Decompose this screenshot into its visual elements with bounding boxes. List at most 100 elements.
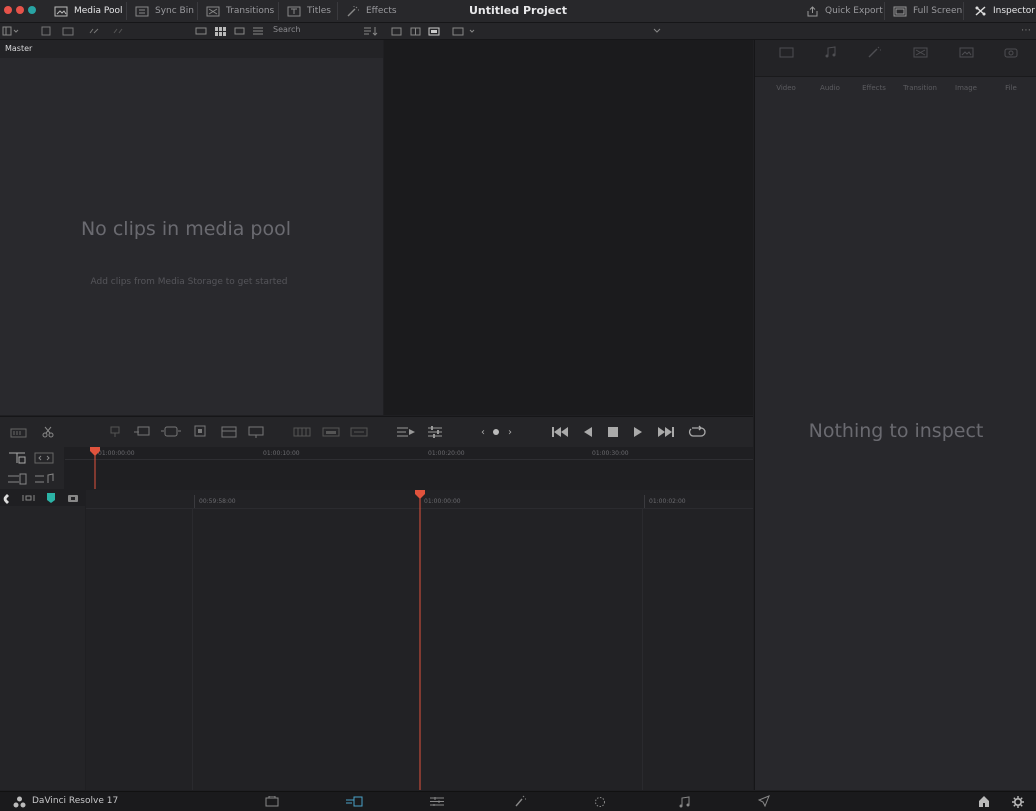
grid-view-icon[interactable]: [214, 26, 226, 36]
list-view-icon[interactable]: [252, 26, 264, 36]
media-pool-button[interactable]: Media Pool: [54, 0, 123, 22]
sync-bin-icon: [135, 6, 149, 16]
strip-view-icon[interactable]: [233, 26, 245, 36]
timeline-area[interactable]: 00:59:58:00 01:00:00:00 01:00:02:00: [86, 490, 753, 790]
link-icon[interactable]: [88, 26, 100, 36]
fusion-page-icon[interactable]: [512, 794, 528, 808]
inspector-empty-text: Nothing to inspect: [808, 420, 984, 442]
jump-to-end-icon[interactable]: [656, 425, 676, 439]
inspector-button[interactable]: Inspector: [974, 0, 1035, 22]
titles-button[interactable]: Titles: [287, 0, 331, 22]
inspector-tabs: Video Audio Effects Transition Image Fil…: [755, 40, 1036, 92]
unlink-icon[interactable]: [112, 26, 124, 36]
ruler-timecode: 01:00:02:00: [649, 498, 686, 505]
place-on-top-icon[interactable]: [220, 425, 238, 439]
stop-icon[interactable]: [606, 425, 620, 439]
new-timeline-icon[interactable]: [62, 26, 74, 36]
timeline-viewer-icon[interactable]: [428, 26, 440, 36]
quick-export-button[interactable]: Quick Export: [806, 0, 883, 22]
trim-edit-icon[interactable]: [33, 451, 55, 465]
sync-bin-label: Sync Bin: [155, 6, 194, 16]
edit-page-icon[interactable]: [428, 795, 446, 808]
dual-viewer-icon[interactable]: [409, 26, 421, 36]
snap-in-icon[interactable]: [6, 472, 28, 486]
next-marker-icon[interactable]: ›: [505, 425, 515, 439]
tab-effects[interactable]: Effects: [852, 84, 896, 92]
source-viewer-icon[interactable]: [390, 26, 402, 36]
append-icon[interactable]: [133, 425, 151, 439]
search-field[interactable]: Search: [273, 25, 300, 34]
home-icon[interactable]: [977, 795, 991, 808]
media-page-icon[interactable]: [264, 795, 280, 808]
tab-transition[interactable]: Transition: [898, 84, 942, 92]
viewer-mode-dropdown[interactable]: [452, 26, 476, 36]
cut-page-view-icon[interactable]: [292, 425, 312, 439]
loop-icon[interactable]: [687, 424, 707, 440]
audio-track-view-icon[interactable]: [321, 425, 341, 439]
upper-playhead[interactable]: [89, 447, 101, 489]
inspector-panel: Video Audio Effects Transition Image Fil…: [754, 40, 1036, 790]
scissors-icon[interactable]: [40, 425, 56, 439]
color-page-icon[interactable]: [592, 795, 608, 808]
sync-bin-button[interactable]: Sync Bin: [135, 0, 194, 22]
new-bin-icon[interactable]: [40, 26, 52, 36]
play-reverse-icon[interactable]: [581, 425, 595, 439]
timeline-options-icon[interactable]: [349, 425, 369, 439]
linked-selection-icon[interactable]: [21, 493, 35, 503]
gear-icon[interactable]: [1011, 795, 1025, 808]
ruler-major-tick: [194, 495, 195, 508]
cut-page-icon[interactable]: [344, 795, 364, 808]
fairlight-page-icon[interactable]: [676, 795, 692, 808]
full-screen-button[interactable]: Full Screen: [893, 0, 962, 22]
previous-marker-icon[interactable]: ‹: [478, 425, 488, 439]
bin-label-master[interactable]: Master: [5, 44, 32, 53]
effects-label: Effects: [366, 6, 397, 16]
effects-button[interactable]: Effects: [346, 0, 397, 22]
transitions-button[interactable]: Transitions: [206, 0, 274, 22]
more-options-icon[interactable]: ⋯: [1018, 25, 1034, 36]
empty-media-pool-hint: Add clips from Media Storage to get star…: [90, 277, 288, 287]
minimize-window-icon[interactable]: [16, 6, 24, 14]
play-to-timeline-icon[interactable]: [396, 425, 416, 439]
quick-export-label: Quick Export: [825, 6, 883, 16]
zoom-window-icon[interactable]: [28, 6, 36, 14]
smart-insert-icon[interactable]: [107, 425, 123, 439]
thumbnail-view-icon[interactable]: [195, 26, 207, 36]
tab-image[interactable]: Image: [944, 84, 988, 92]
close-window-icon[interactable]: [4, 6, 12, 14]
close-up-icon[interactable]: [190, 423, 210, 439]
viewer-panel: [384, 40, 753, 415]
deliver-page-icon[interactable]: [756, 794, 772, 808]
upper-timeline-ruler[interactable]: 01:00:00:00 01:00:10:00 01:00:20:00 01:0…: [65, 447, 753, 489]
ripple-overwrite-icon[interactable]: [160, 425, 182, 439]
track-divider: [642, 508, 643, 790]
sidebar-toggle-icon[interactable]: [2, 26, 20, 36]
tab-file[interactable]: File: [989, 84, 1033, 92]
flag-marker-icon[interactable]: [45, 492, 57, 504]
divider: [963, 2, 964, 20]
secondary-toolbar: Search ⋯: [0, 23, 1036, 40]
marker-dot-icon[interactable]: [491, 427, 501, 437]
titles-label: Titles: [307, 6, 331, 16]
magnet-snapping-icon[interactable]: [2, 492, 14, 504]
sort-icon[interactable]: [364, 26, 378, 36]
image-tab-icon: [958, 46, 974, 58]
tab-video[interactable]: Video: [764, 84, 808, 92]
play-icon[interactable]: [631, 425, 645, 439]
transitions-label: Transitions: [226, 6, 275, 16]
clip-attributes-icon[interactable]: [9, 425, 31, 439]
top-bar: Media Pool Sync Bin Transitions Titles E…: [0, 0, 1036, 23]
lower-playhead[interactable]: [414, 490, 426, 790]
insert-track-icon[interactable]: [6, 451, 28, 465]
chevron-down-icon[interactable]: [651, 26, 663, 36]
bin-header: Master: [0, 40, 383, 58]
position-lock-icon[interactable]: [66, 492, 80, 504]
source-overwrite-icon[interactable]: [247, 425, 267, 439]
empty-media-pool-title: No clips in media pool: [80, 218, 292, 240]
audio-settings-icon[interactable]: [426, 425, 444, 439]
tab-audio[interactable]: Audio: [808, 84, 852, 92]
audio-lock-icon[interactable]: [33, 472, 55, 486]
transition-tab-icon: [912, 46, 928, 58]
jump-to-start-icon[interactable]: [550, 425, 570, 439]
export-icon: [807, 5, 818, 16]
